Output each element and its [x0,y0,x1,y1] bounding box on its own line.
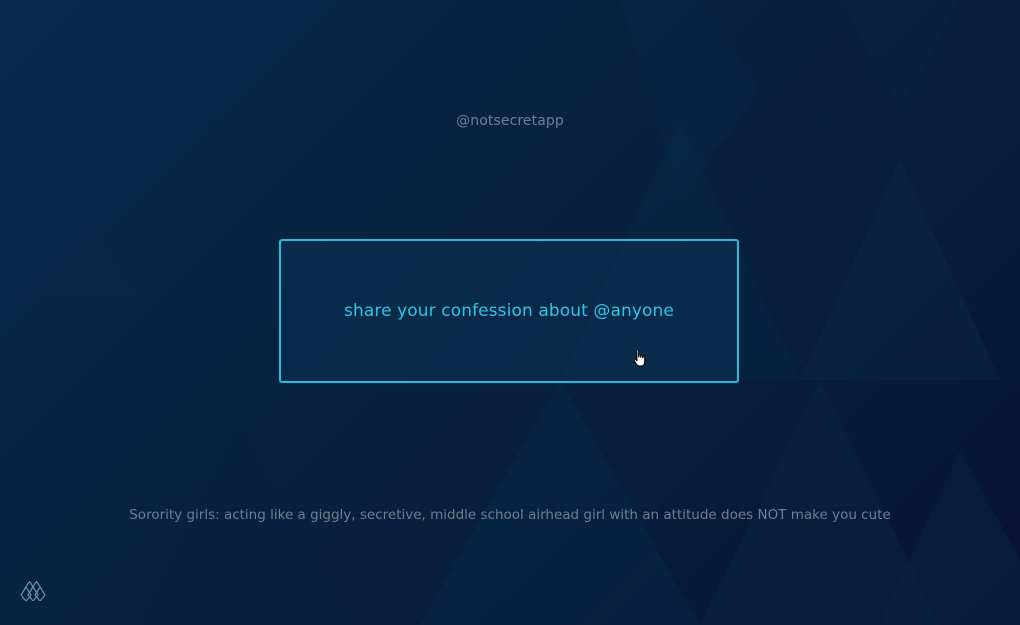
confession-input-box[interactable]: share your confession about @anyone [279,239,739,383]
hand-pointer-cursor-icon [633,349,646,367]
confession-prompt-label: share your confession about @anyone [344,301,674,321]
diamond-lattice-logo-icon[interactable] [20,581,46,601]
sample-confession-text: Sorority girls: acting like a giggly, se… [129,507,891,523]
app-handle: @notsecretapp [456,113,564,129]
